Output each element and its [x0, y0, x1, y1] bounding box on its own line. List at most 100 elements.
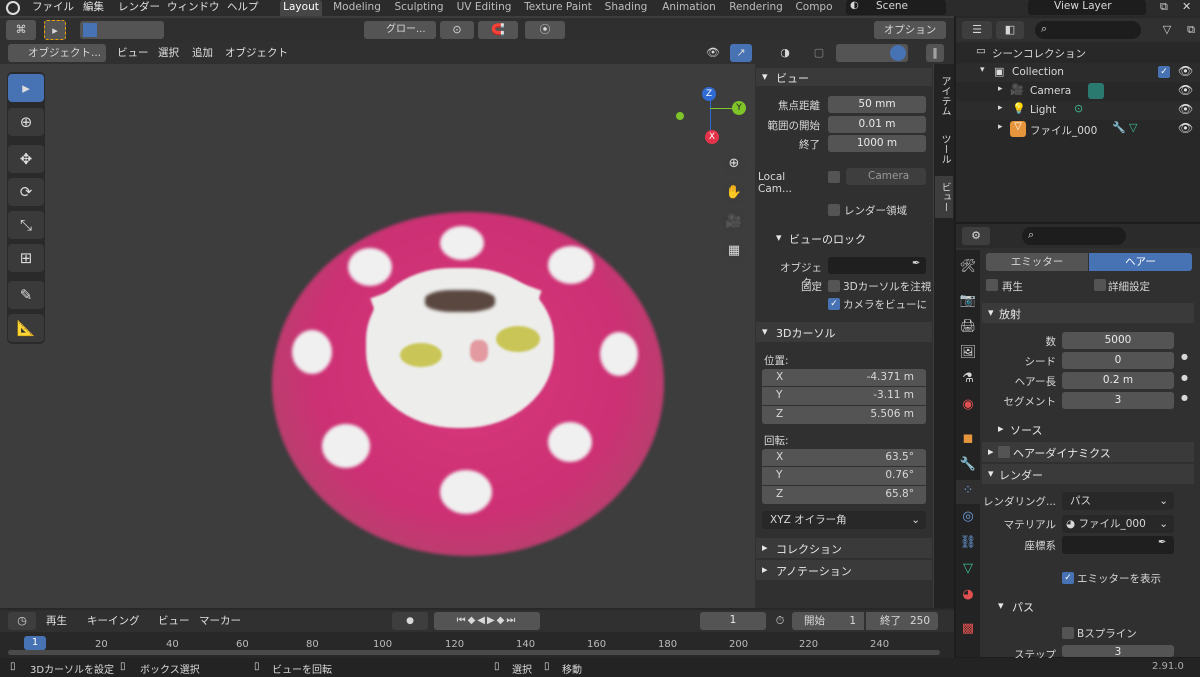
viewport-menu-add[interactable]: 追加	[192, 46, 213, 62]
outliner-row-collection[interactable]: ▾ ▣ Collection ✓ 👁	[956, 63, 1200, 82]
select-mode-buttons[interactable]	[80, 21, 164, 39]
cursor-loc-z-field[interactable]: Z 5.506 m	[762, 406, 926, 424]
snap-icon[interactable]: 🧲	[478, 21, 518, 39]
tab-uv-editing[interactable]: UV Editing	[454, 0, 514, 16]
collection-eye-icon[interactable]: 👁	[1178, 64, 1193, 78]
render-as-dropdown[interactable]: パス ⌄	[1062, 492, 1174, 510]
scene-props-icon[interactable]: ⚗	[956, 368, 980, 392]
gizmo-toggle-icon[interactable]: ↗	[730, 44, 752, 62]
sidebar-tab-view[interactable]: ビュー	[935, 176, 953, 218]
cursor-loc-x-field[interactable]: X -4.371 m	[762, 369, 926, 386]
cursor-rot-z-field[interactable]: Z 65.8°	[762, 486, 926, 504]
menu-file[interactable]: ファイル	[32, 0, 74, 16]
eyedropper-icon[interactable]: ✒	[1158, 537, 1166, 548]
clip-start-field[interactable]: 0.01 m	[828, 116, 926, 133]
select-box-tool-icon[interactable]: ▸	[8, 74, 44, 102]
camera-eye-icon[interactable]: 👁	[1178, 83, 1193, 97]
timeline-editor-icon[interactable]: ◷	[8, 612, 36, 630]
source-title[interactable]: ソース	[1010, 422, 1042, 438]
expand-icon[interactable]: ▸	[998, 103, 1003, 113]
scene-collection-label[interactable]: シーンコレクション	[992, 46, 1086, 61]
editor-type-icon[interactable]: ⌘	[6, 20, 36, 40]
rotate-tool-icon[interactable]: ⟳	[8, 178, 44, 206]
light-eye-icon[interactable]: 👁	[1178, 102, 1193, 116]
tab-animation[interactable]: Animation	[659, 0, 719, 16]
local-camera-checkbox[interactable]	[828, 171, 840, 183]
mesh-eye-icon[interactable]: 👁	[1178, 121, 1193, 135]
cursor-loc-y-field[interactable]: Y -3.11 m	[762, 387, 926, 405]
world-props-icon[interactable]: ◉	[956, 394, 980, 418]
pivot-point-icon[interactable]: ⊙	[440, 21, 474, 39]
output-props-icon[interactable]: 🖨	[956, 316, 980, 340]
light-data-icon[interactable]: ⊙	[1074, 102, 1083, 115]
interaction-mode-dropdown[interactable]: オブジェクト...	[8, 44, 106, 62]
blender-logo-icon[interactable]	[6, 1, 20, 15]
local-camera-field[interactable]: Camera	[846, 168, 926, 185]
gizmo-y-axis[interactable]: Y	[732, 101, 746, 115]
transform-tool-icon[interactable]: ⊞	[8, 244, 44, 272]
proportional-edit-icon[interactable]: ⦿	[525, 21, 565, 39]
tab-shading[interactable]: Shading	[600, 0, 652, 16]
tool-props-icon[interactable]: 🛠	[956, 256, 980, 280]
viewport-menu-object[interactable]: オブジェクト	[225, 46, 288, 62]
rendered-shading-icon[interactable]	[890, 45, 906, 61]
zoom-icon[interactable]: ⊕	[722, 152, 746, 176]
annotate-tool-icon[interactable]: ✎	[8, 281, 44, 309]
bspline-checkbox[interactable]	[1062, 627, 1074, 639]
visibility-icon[interactable]: 👁	[698, 44, 728, 62]
constraint-props-icon[interactable]: ⛓	[956, 532, 980, 556]
outliner-editor-icon[interactable]: ☰	[962, 21, 992, 39]
timeline-scrollbar[interactable]	[8, 650, 940, 655]
outliner-search-input[interactable]: ⌕	[1035, 21, 1141, 39]
material-dropdown[interactable]: ◕ ファイル_000 ⌄	[1062, 515, 1174, 533]
tab-compositing[interactable]: Compo	[792, 0, 836, 16]
gizmo-y-neg[interactable]	[676, 112, 684, 120]
view-layer-remove-icon[interactable]: ✕	[1182, 0, 1191, 13]
expand-icon[interactable]: ▾	[980, 65, 985, 75]
display-mode-icon[interactable]: ◧	[996, 21, 1024, 39]
outliner-row-mesh[interactable]: ▸ ▽ ファイル_000 🔧 ▽ 👁	[956, 120, 1200, 139]
stopwatch-icon[interactable]: ⏱	[772, 612, 788, 630]
segments-field[interactable]: 3	[1062, 392, 1174, 409]
cursor-tool-icon[interactable]: ⊕	[8, 108, 44, 136]
modifier-wrench-icon[interactable]: 🔧	[1112, 121, 1126, 134]
select-new-icon[interactable]	[83, 23, 97, 37]
measure-tool-icon[interactable]: 📐	[8, 314, 44, 342]
expand-icon[interactable]: ▸	[998, 122, 1003, 132]
render-region-checkbox[interactable]	[828, 204, 840, 216]
modifier-props-icon[interactable]: 🔧	[956, 454, 980, 478]
texture-props-icon[interactable]: ▩	[956, 618, 980, 642]
path-title[interactable]: パス	[1012, 599, 1034, 615]
lock-object-field[interactable]: ✒	[828, 257, 926, 274]
keyframe-dot-icon[interactable]: ●	[1181, 352, 1188, 361]
object-props-icon[interactable]: ◼	[956, 428, 980, 452]
view-layer-copy-icon[interactable]: ⧉	[1160, 0, 1168, 14]
coordinate-system-field[interactable]: ✒	[1062, 536, 1174, 554]
expand-icon[interactable]: ▸	[998, 84, 1003, 94]
camera-data-icon[interactable]	[1088, 83, 1104, 99]
timeline-menu-marker[interactable]: マーカー	[199, 614, 241, 630]
tab-sculpting[interactable]: Sculpting	[391, 0, 447, 16]
auto-keying-icon[interactable]: ●	[392, 612, 428, 630]
timeline-menu-keying[interactable]: キーイング	[87, 614, 140, 630]
viewport-menu-view[interactable]: ビュー	[117, 46, 149, 62]
end-frame-field[interactable]: 終了 250	[866, 612, 938, 630]
timeline-menu-playback[interactable]: 再生	[46, 614, 67, 630]
rotation-mode-dropdown[interactable]: XYZ オイラー角 ⌄	[762, 511, 926, 529]
move-tool-icon[interactable]: ✥	[8, 145, 44, 173]
playhead-frame[interactable]: 1	[24, 636, 46, 650]
select-tool-icon[interactable]: ▸	[44, 20, 66, 40]
camera-view-icon[interactable]: 🎥	[722, 210, 746, 234]
transform-orientation[interactable]: グロー...	[364, 21, 436, 39]
focal-length-field[interactable]: 50 mm	[828, 96, 926, 113]
gizmo-x-axis[interactable]: X	[705, 130, 719, 144]
menu-window[interactable]: ウィンドウ	[167, 0, 220, 16]
seed-field[interactable]: 0	[1062, 352, 1174, 369]
properties-search-input[interactable]: ⌕	[1022, 227, 1126, 245]
view-layer-selector[interactable]: View Layer	[1028, 0, 1146, 15]
emitter-tab-button[interactable]: エミッター	[986, 253, 1088, 271]
steps-field[interactable]: 3	[1062, 645, 1174, 657]
keyframe-dot-icon[interactable]: ●	[1181, 373, 1188, 382]
toggle-sidebar-icon[interactable]: ‖	[926, 44, 944, 62]
viewport-menu-select[interactable]: 選択	[158, 46, 179, 62]
